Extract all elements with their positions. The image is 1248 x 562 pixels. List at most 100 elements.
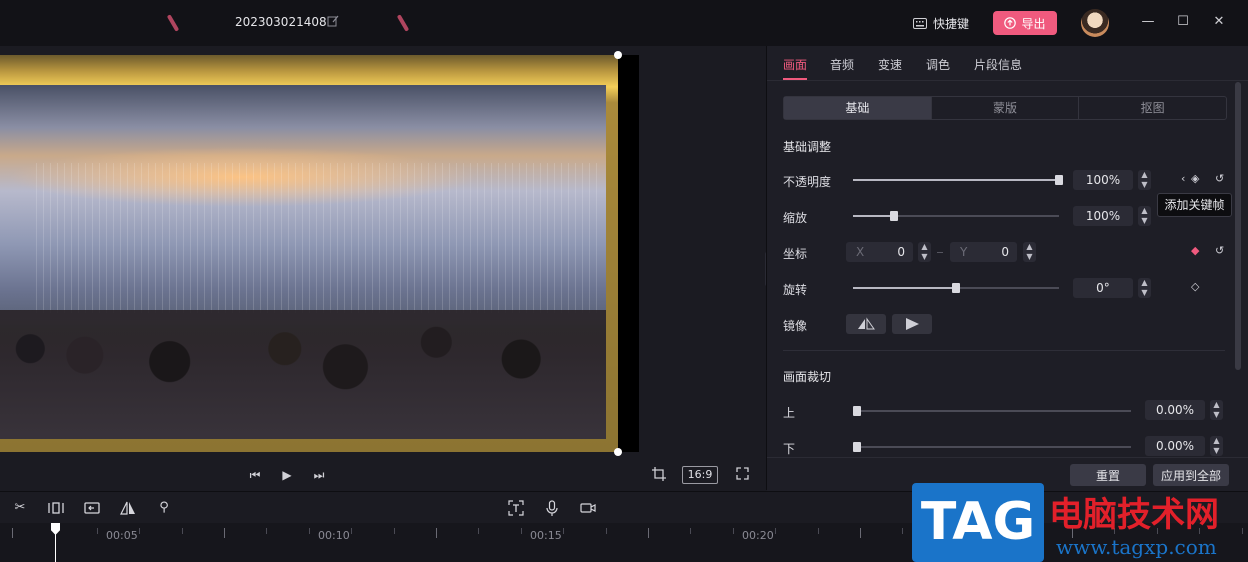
- split-icon[interactable]: [47, 499, 65, 517]
- export-button[interactable]: 导出: [993, 11, 1057, 35]
- tab-color[interactable]: 调色: [926, 56, 950, 73]
- rotation-slider-knob[interactable]: [952, 283, 960, 293]
- tab-speed[interactable]: 变速: [878, 56, 902, 73]
- tab-audio[interactable]: 音频: [830, 56, 854, 73]
- ruler-tick: [139, 528, 141, 534]
- ruler-tick: [224, 528, 225, 538]
- ruler-tick: [817, 528, 819, 534]
- prev-frame-icon[interactable]: ⏮: [247, 467, 263, 483]
- flip-vertical-icon: [906, 318, 919, 330]
- project-title[interactable]: 202303021408: [235, 15, 327, 29]
- segment-basic[interactable]: 基础: [784, 97, 932, 119]
- crop-section-title: 画面裁切: [783, 370, 832, 384]
- opacity-slider-knob[interactable]: [1055, 175, 1063, 185]
- rotation-slider[interactable]: [853, 283, 1059, 293]
- watermark-site-name: 电脑技术网: [1049, 495, 1219, 535]
- section-divider: [783, 350, 1225, 351]
- active-tab-indicator: [783, 78, 807, 80]
- mirror-vertical-button[interactable]: [892, 314, 932, 334]
- panel-scrollbar[interactable]: [1235, 82, 1241, 370]
- time-label-15s: 00:15: [530, 529, 562, 542]
- prev-keyframe-icon[interactable]: ‹: [1181, 172, 1185, 185]
- opacity-stepper[interactable]: ▲ ▼: [1138, 170, 1151, 190]
- watermark-url: www.tagxp.com: [1056, 535, 1217, 559]
- crop-bottom-value[interactable]: 0.00%: [1145, 436, 1205, 456]
- mirror-icon[interactable]: [119, 499, 137, 517]
- rotation-stepper[interactable]: ▲ ▼: [1138, 278, 1151, 298]
- keyframe-diamond-icon[interactable]: ◈: [1191, 172, 1199, 185]
- position-y-stepper[interactable]: ▲ ▼: [1023, 242, 1036, 262]
- resize-handle-bottom-right[interactable]: [614, 448, 622, 456]
- flip-horizontal-icon: [858, 317, 875, 330]
- crop-icon[interactable]: [652, 467, 666, 481]
- rotation-keyframe-icon[interactable]: ◇: [1191, 280, 1199, 293]
- reset-opacity-icon[interactable]: ↺: [1215, 172, 1224, 185]
- basic-adjust-title: 基础调整: [783, 140, 832, 154]
- crop-top-stepper[interactable]: ▲ ▼: [1210, 400, 1223, 420]
- scale-value[interactable]: 100%: [1073, 206, 1133, 226]
- crop-top-slider-knob[interactable]: [853, 406, 861, 416]
- position-label: 坐标: [783, 247, 808, 261]
- panel-tabs: 画面 音频 变速 调色 片段信息: [767, 46, 1248, 81]
- resize-handle-top-right[interactable]: [614, 51, 622, 59]
- ruler-tick: [520, 528, 522, 534]
- opacity-slider[interactable]: [853, 175, 1063, 185]
- crop-bottom-stepper[interactable]: ▲ ▼: [1210, 436, 1223, 456]
- keyboard-icon: [913, 18, 927, 29]
- ruler-tick: [266, 528, 268, 534]
- ruler-tick: [860, 528, 861, 538]
- time-label-20s: 00:20: [742, 529, 774, 542]
- segment-mask[interactable]: 蒙版: [932, 97, 1080, 119]
- ruler-tick: [478, 528, 480, 534]
- inspector-panel: 画面 音频 变速 调色 片段信息 基础 蒙版 抠图 基础调整 不透明度 100%…: [766, 46, 1248, 491]
- scale-stepper[interactable]: ▲ ▼: [1138, 206, 1151, 226]
- text-recognize-icon[interactable]: [507, 499, 525, 517]
- reverse-icon[interactable]: [83, 499, 101, 517]
- shortcut-button[interactable]: 快捷键: [913, 15, 969, 32]
- opacity-value[interactable]: 100%: [1073, 170, 1133, 190]
- close-icon[interactable]: ✕: [1211, 14, 1227, 30]
- scale-slider[interactable]: [853, 211, 1059, 221]
- segment-cutout[interactable]: 抠图: [1079, 97, 1226, 119]
- crowd-silhouette: [0, 310, 606, 439]
- ruler-tick: [308, 528, 310, 534]
- position-keyframe-active-icon[interactable]: ◆: [1191, 244, 1199, 257]
- opacity-slider-fill: [853, 179, 1059, 181]
- pin-icon[interactable]: ⚲: [155, 499, 173, 517]
- position-y-field[interactable]: Y 0: [950, 242, 1017, 262]
- tab-picture[interactable]: 画面: [783, 56, 807, 73]
- reset-position-icon[interactable]: ↺: [1215, 244, 1224, 257]
- ruler-tick: [563, 528, 565, 534]
- microphone-icon[interactable]: [543, 499, 561, 517]
- edit-name-icon[interactable]: [327, 15, 339, 27]
- crop-top-value[interactable]: 0.00%: [1145, 400, 1205, 420]
- ruler-tick: [351, 528, 353, 534]
- play-icon[interactable]: ▶: [279, 467, 295, 483]
- crop-bottom-slider-knob[interactable]: [853, 442, 861, 452]
- camera-icon[interactable]: [579, 499, 597, 517]
- crop-top-slider[interactable]: [853, 406, 1131, 416]
- rotation-slider-fill: [853, 287, 956, 289]
- ruler-tick: [12, 528, 13, 538]
- tab-clip-info[interactable]: 片段信息: [974, 56, 1022, 73]
- scissors-icon[interactable]: ✂: [11, 499, 29, 517]
- position-x-field[interactable]: X 0: [846, 242, 913, 262]
- scale-slider-knob[interactable]: [890, 211, 899, 221]
- position-x-stepper[interactable]: ▲ ▼: [918, 242, 931, 262]
- ruler-tick: [775, 528, 777, 534]
- crop-bottom-slider[interactable]: [853, 442, 1131, 452]
- maximize-icon[interactable]: ☐: [1175, 14, 1191, 30]
- video-frame-image: [0, 85, 606, 439]
- watermark-logo: TAG: [912, 483, 1044, 562]
- rotation-value[interactable]: 0°: [1073, 278, 1133, 298]
- ruler-tick: [690, 528, 692, 534]
- gold-frame: [0, 55, 618, 452]
- next-frame-icon[interactable]: ⏭: [311, 467, 327, 483]
- mirror-horizontal-button[interactable]: [846, 314, 886, 334]
- video-canvas[interactable]: [0, 51, 639, 456]
- aspect-ratio-button[interactable]: 16:9: [682, 466, 718, 484]
- user-avatar[interactable]: [1081, 9, 1109, 37]
- minimize-icon[interactable]: —: [1140, 14, 1156, 30]
- ruler-tick: [436, 528, 437, 538]
- fullscreen-icon[interactable]: [736, 467, 749, 480]
